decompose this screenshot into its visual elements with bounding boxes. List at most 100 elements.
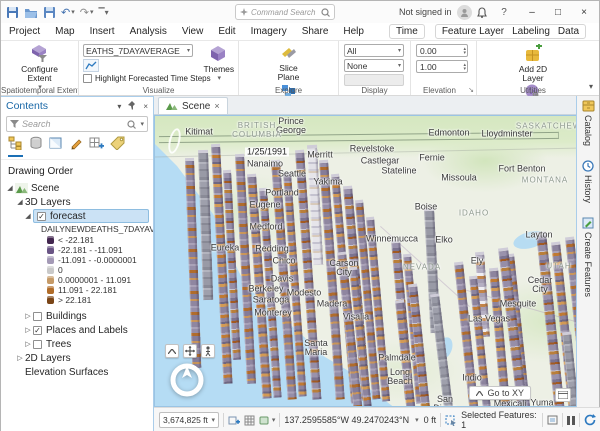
dock-overlay-button[interactable]: [555, 388, 571, 402]
trees-checkbox[interactable]: [33, 340, 42, 349]
tab-feature-layer[interactable]: Feature Layer: [442, 26, 504, 37]
snapping-toggle-icon[interactable]: ▾: [259, 415, 276, 426]
buildings-checkbox[interactable]: [33, 312, 42, 321]
variable-combo[interactable]: EATHS_7DAYAVERAGE▾: [83, 44, 193, 57]
open-icon[interactable]: [23, 6, 39, 19]
selection-box-icon[interactable]: [547, 415, 558, 425]
expand-icon[interactable]: ◢: [15, 198, 25, 206]
list-by-labeling-button[interactable]: [110, 136, 125, 157]
ribbon-tab-share[interactable]: Share: [302, 26, 329, 37]
ribbon-tab-insert[interactable]: Insert: [90, 26, 115, 37]
coordinates-chevron[interactable]: ▾: [415, 416, 419, 424]
tree-item-buildings[interactable]: ▷ Buildings: [1, 309, 153, 323]
navigator-walk-button[interactable]: [201, 344, 215, 358]
ribbon-tab-help[interactable]: Help: [343, 26, 364, 37]
tree-item-elevation-surfaces[interactable]: Elevation Surfaces: [1, 365, 153, 379]
collapsed-icon[interactable]: ▷: [23, 312, 33, 320]
dock-tab-create-features[interactable]: Create Features: [577, 217, 599, 297]
ribbon-tab-map[interactable]: Map: [55, 26, 74, 37]
elevation-exaggeration-spinner[interactable]: 1.00▴▾: [416, 60, 468, 73]
legend-item[interactable]: 0: [1, 265, 153, 275]
compass-navigator[interactable]: [168, 361, 206, 404]
legend-item[interactable]: > 22.181: [1, 295, 153, 305]
legend-item[interactable]: -11.091 - -0.0000001: [1, 255, 153, 265]
highlight-forecasted-checkbox[interactable]: Highlight Forecasted Time Steps: [83, 74, 195, 83]
maximize-button[interactable]: □: [545, 1, 571, 23]
close-view-icon[interactable]: ×: [214, 101, 219, 111]
legend-item[interactable]: 11.091 - 22.181: [1, 285, 153, 295]
list-by-data-source-button[interactable]: [29, 136, 43, 157]
map-scale-combo[interactable]: 3,674,825 ft▾: [159, 412, 219, 428]
sign-in-status[interactable]: Not signed in: [399, 1, 472, 23]
elevation-offset-spinner[interactable]: 0.00▴▾: [416, 44, 468, 57]
ribbon-tab-view[interactable]: View: [182, 26, 204, 37]
close-button[interactable]: ×: [571, 1, 597, 23]
ribbon-tab-edit[interactable]: Edit: [218, 26, 235, 37]
collapse-ribbon-chevron[interactable]: ▾: [589, 82, 593, 91]
tree-item-forecast[interactable]: ✓ forecast: [33, 209, 149, 223]
expand-icon[interactable]: ◢: [5, 184, 15, 192]
places-checkbox[interactable]: ✓: [33, 326, 42, 335]
display-combo-all[interactable]: All▾: [344, 44, 404, 57]
time-series-chart-button[interactable]: [83, 59, 99, 72]
legend-item[interactable]: < -22.181: [1, 235, 153, 245]
legend-item[interactable]: -22.181 - -11.091: [1, 245, 153, 255]
refresh-button[interactable]: [584, 414, 596, 426]
expand-icon[interactable]: ◢: [23, 212, 33, 220]
help-icon[interactable]: ?: [493, 1, 515, 23]
notifications-icon[interactable]: [471, 1, 493, 23]
minimize-button[interactable]: –: [519, 1, 545, 23]
list-by-editing-button[interactable]: [69, 136, 83, 157]
legend-item[interactable]: 0.0000001 - 11.091: [1, 275, 153, 285]
collapsed-icon[interactable]: ▷: [15, 354, 25, 362]
map-viewport[interactable]: KitimatPrince GeorgeBRITISH COLUMBIA1/25…: [154, 115, 578, 407]
collapsed-icon[interactable]: ▷: [23, 340, 33, 348]
pin-icon[interactable]: [128, 101, 136, 112]
command-search-input[interactable]: Command Search (Alt+Q): [235, 4, 335, 20]
tree-item-trees[interactable]: ▷ Trees: [1, 337, 153, 351]
navigator-expand-button[interactable]: [165, 344, 179, 358]
tree-item-3d-layers[interactable]: ◢ 3D Layers: [1, 195, 153, 209]
save-icon[interactable]: [5, 6, 20, 19]
close-pane-icon[interactable]: ×: [143, 102, 148, 111]
list-by-snapping-button[interactable]: [89, 136, 104, 157]
selected-features-count[interactable]: Selected Features: 1: [461, 410, 538, 430]
elevation-dialog-launcher[interactable]: ↘: [468, 86, 474, 94]
grid-icon[interactable]: [244, 415, 255, 426]
ribbon-tab-imagery[interactable]: Imagery: [251, 26, 287, 37]
navigator-pan-button[interactable]: [183, 344, 197, 358]
contextual-tab-time[interactable]: Time: [389, 24, 425, 39]
collapsed-icon[interactable]: ▷: [23, 326, 33, 334]
scene-view-tab[interactable]: Scene ×: [158, 97, 228, 114]
dock-tab-history[interactable]: History: [577, 160, 599, 203]
legend-swatch: [47, 276, 54, 284]
undo-button[interactable]: ↶▾: [60, 6, 76, 19]
dock-tab-catalog[interactable]: Catalog: [577, 100, 599, 146]
layout-grid-add-icon[interactable]: [228, 415, 240, 426]
ribbon-tab-analysis[interactable]: Analysis: [130, 26, 167, 37]
slice-plane-button[interactable]: Slice Plane: [273, 44, 305, 82]
redo-button[interactable]: ↷▾: [79, 6, 95, 19]
display-combo-none[interactable]: None▾: [344, 59, 404, 72]
save-project-icon[interactable]: [42, 6, 57, 19]
avatar[interactable]: [457, 5, 472, 20]
contents-search-input[interactable]: Search ▾: [6, 116, 148, 132]
tree-item-places-and-labels[interactable]: ▷ ✓ Places and Labels: [1, 323, 153, 337]
tree-item-2d-layers[interactable]: ▷ 2D Layers: [1, 351, 153, 365]
tab-data[interactable]: Data: [558, 26, 579, 37]
tab-labeling[interactable]: Labeling: [512, 26, 550, 37]
ribbon-tab-project[interactable]: Project: [9, 26, 40, 37]
add-2d-layer-button[interactable]: Add 2D Layer: [513, 44, 553, 83]
search-options-chevron[interactable]: ▾: [140, 120, 144, 128]
list-by-drawing-order-button[interactable]: [8, 136, 23, 157]
configure-extent-button[interactable]: Configure Extent▾: [14, 44, 66, 92]
go-to-xy-button[interactable]: Go to XY: [469, 386, 531, 400]
coordinates-readout[interactable]: 137.2595585°W 49.2470243°N: [284, 415, 409, 425]
themes-button[interactable]: Themes▾: [203, 44, 234, 83]
pause-drawing-button[interactable]: [567, 416, 575, 425]
forecast-checkbox[interactable]: ✓: [37, 212, 46, 221]
list-by-selection-button[interactable]: [49, 136, 63, 157]
pane-menu-chevron-icon[interactable]: ▾: [117, 102, 121, 111]
tree-item-scene[interactable]: ◢ Scene: [1, 181, 153, 195]
customize-qat-button[interactable]: ▔▾: [97, 8, 109, 17]
